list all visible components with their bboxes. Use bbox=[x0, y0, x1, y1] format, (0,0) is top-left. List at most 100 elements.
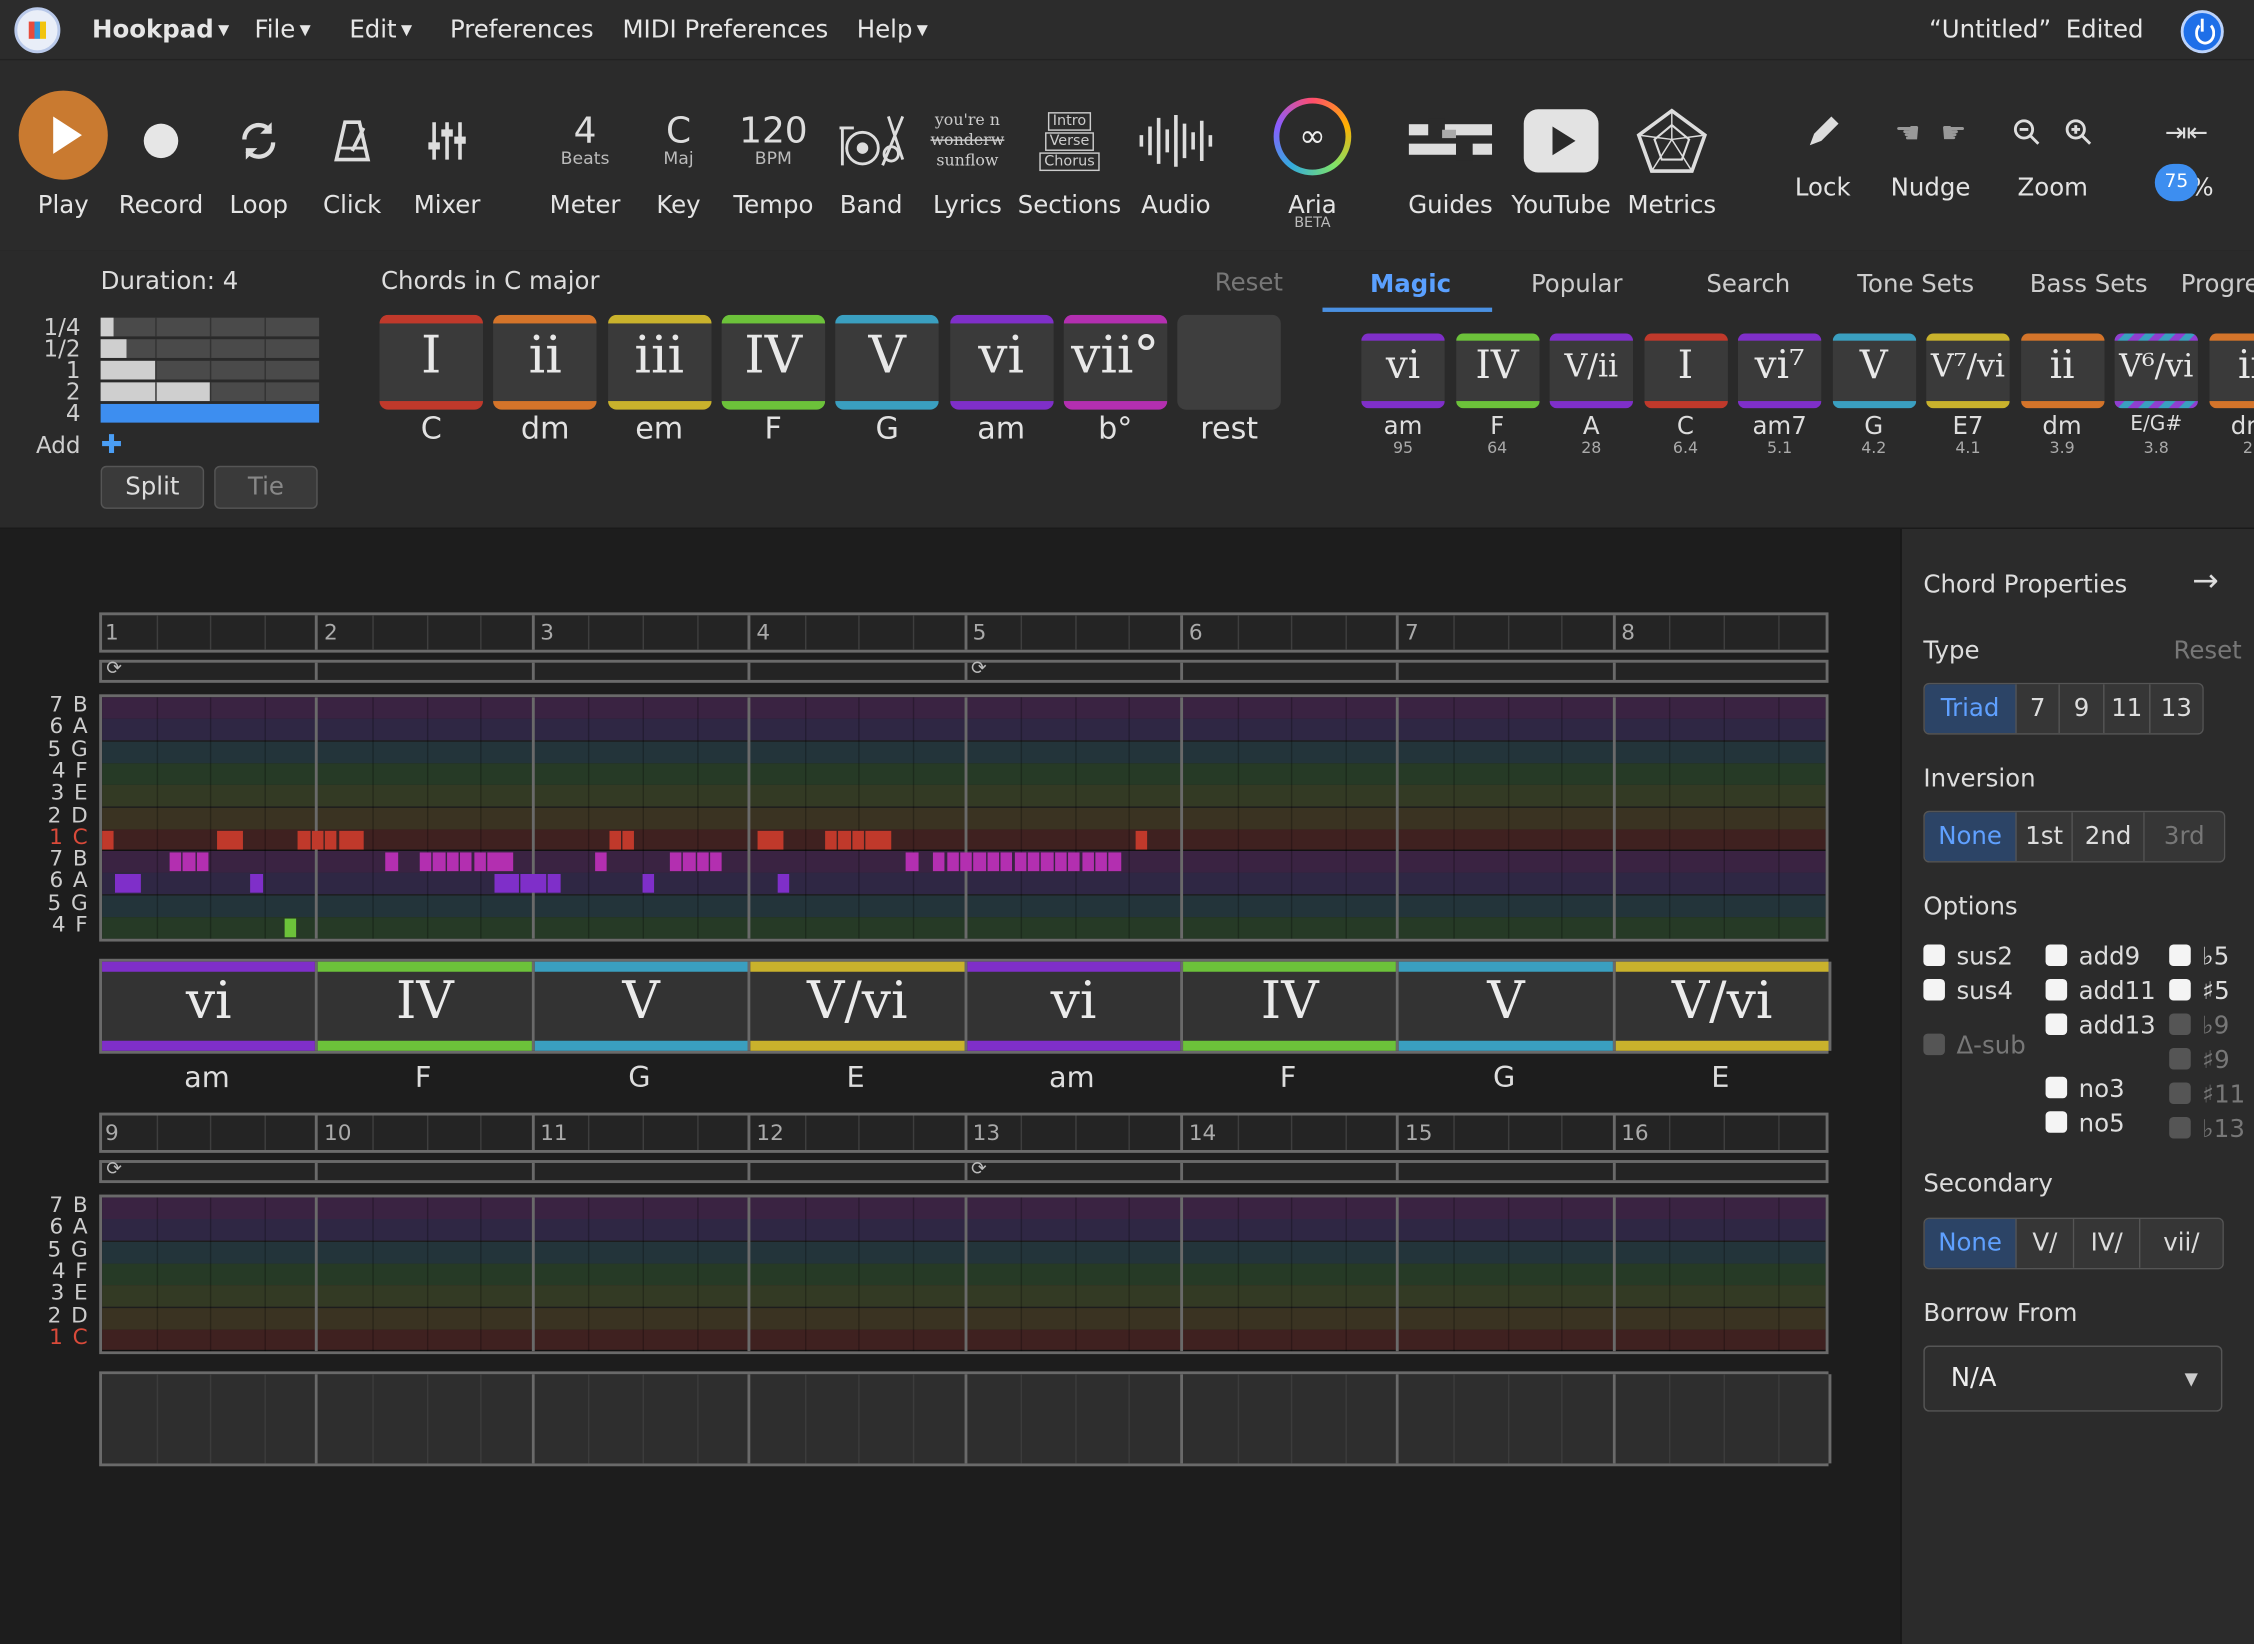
zoom-out-icon[interactable] bbox=[2013, 118, 2042, 147]
option-checkbox[interactable]: no5 bbox=[2045, 1110, 2125, 1139]
tab-magic[interactable]: Magic bbox=[1370, 270, 1451, 299]
melody-note[interactable] bbox=[1014, 852, 1027, 872]
nudge-left-icon[interactable]: ☚ bbox=[1895, 115, 1921, 150]
click-button[interactable]: Click bbox=[315, 60, 390, 250]
option-checkbox[interactable]: ♯5 bbox=[2169, 978, 2230, 1006]
inversion-1st[interactable]: 1st bbox=[2016, 812, 2073, 862]
melody-note[interactable] bbox=[216, 830, 243, 850]
loop-row[interactable]: ⟳ ⟳ bbox=[99, 1159, 1829, 1184]
chord-slot[interactable]: V/vi bbox=[1615, 962, 1832, 1052]
arrow-right-icon[interactable]: → bbox=[2192, 564, 2219, 600]
suggestion-tile[interactable]: V/ii bbox=[1549, 333, 1633, 409]
melody-note[interactable] bbox=[385, 852, 398, 872]
melody-note[interactable] bbox=[433, 852, 446, 872]
zoom-button[interactable]: Zoom bbox=[2004, 60, 2102, 250]
chord-tile[interactable]: I bbox=[379, 314, 483, 410]
melody-note[interactable] bbox=[642, 874, 655, 894]
suggestion-tile[interactable]: vi bbox=[1361, 333, 1445, 409]
split-button[interactable]: Split bbox=[100, 465, 205, 509]
chord-slot[interactable] bbox=[534, 1374, 751, 1464]
loop-button[interactable]: Loop bbox=[221, 60, 296, 250]
secondary-none[interactable]: None bbox=[1924, 1219, 2017, 1268]
option-checkbox[interactable]: add9 bbox=[2045, 943, 2140, 972]
melody-note[interactable] bbox=[933, 852, 946, 872]
melody-note[interactable] bbox=[284, 918, 297, 938]
palette-reset-button[interactable]: Reset bbox=[1215, 269, 1283, 298]
melody-note[interactable] bbox=[608, 830, 621, 850]
melody-note[interactable] bbox=[1041, 852, 1054, 872]
option-checkbox[interactable]: add11 bbox=[2045, 978, 2156, 1006]
chord-slot[interactable]: IV bbox=[1183, 962, 1400, 1052]
option-checkbox[interactable]: ♭5 bbox=[2169, 943, 2229, 972]
melody-note[interactable] bbox=[1135, 830, 1148, 850]
menu-edit[interactable]: Edit ▼ bbox=[349, 16, 412, 45]
tab-tone-sets[interactable]: Tone Sets bbox=[1857, 270, 1974, 299]
chord-slot[interactable] bbox=[750, 1374, 967, 1464]
suggestion-tile[interactable]: V bbox=[1832, 333, 1916, 409]
option-checkbox[interactable]: ♭9 bbox=[2169, 1012, 2229, 1041]
melody-note[interactable] bbox=[622, 830, 635, 850]
type-triad[interactable]: Triad bbox=[1924, 684, 2017, 734]
option-checkbox[interactable]: ♯11 bbox=[2169, 1081, 2245, 1110]
suggestion-tile[interactable]: ii bbox=[2208, 333, 2254, 409]
option-checkbox[interactable]: no3 bbox=[2045, 1075, 2125, 1104]
duration-row[interactable]: 2 bbox=[0, 378, 331, 405]
melody-note[interactable] bbox=[865, 830, 892, 850]
plus-icon[interactable]: ✚ bbox=[101, 430, 123, 460]
melody-note[interactable] bbox=[102, 830, 115, 850]
suggestion-tile[interactable]: vi⁷ bbox=[1737, 333, 1822, 409]
chord-tile[interactable] bbox=[1177, 314, 1281, 410]
melody-note[interactable] bbox=[547, 874, 561, 894]
suggestion-tile[interactable]: V⁷/vi bbox=[1926, 333, 2010, 409]
melody-note[interactable] bbox=[987, 852, 1000, 872]
melody-note[interactable] bbox=[851, 830, 865, 850]
suggestion-tile[interactable]: IV bbox=[1455, 333, 1539, 409]
measure-ruler[interactable]: 9 10 11 12 13 14 15 16 bbox=[99, 1112, 1829, 1153]
chord-slot[interactable]: V bbox=[534, 962, 751, 1052]
sections-button[interactable]: Intro Verse Chorus Sections bbox=[1018, 60, 1121, 250]
chord-slot[interactable]: V/vi bbox=[750, 962, 967, 1052]
option-checkbox[interactable]: ♯9 bbox=[2169, 1047, 2230, 1075]
chord-tile[interactable]: V bbox=[835, 314, 939, 410]
chord-slot[interactable]: vi bbox=[966, 962, 1184, 1052]
melody-note[interactable] bbox=[757, 830, 783, 850]
option-checkbox[interactable]: add13 bbox=[2045, 1012, 2156, 1041]
melody-note[interactable] bbox=[1000, 852, 1013, 872]
menu-help[interactable]: Help ▼ bbox=[857, 16, 928, 45]
menu-hookpad[interactable]: Hookpad ▼ bbox=[92, 16, 229, 45]
chord-tile[interactable]: ii bbox=[493, 314, 597, 410]
melody-note[interactable] bbox=[446, 852, 459, 872]
record-button[interactable]: Record bbox=[119, 60, 203, 250]
melody-note[interactable] bbox=[824, 830, 838, 850]
menu-midi-preferences[interactable]: MIDI Preferences bbox=[622, 16, 828, 45]
melody-note[interactable] bbox=[1081, 852, 1094, 872]
duration-row[interactable]: 4 bbox=[0, 400, 331, 427]
type-reset-button[interactable]: Reset bbox=[2174, 637, 2242, 666]
metrics-button[interactable]: Metrics bbox=[1627, 60, 1716, 250]
melody-note[interactable] bbox=[473, 852, 486, 872]
melody-note[interactable] bbox=[338, 830, 365, 850]
option-checkbox[interactable]: ♭13 bbox=[2169, 1116, 2245, 1144]
melody-note[interactable] bbox=[946, 852, 959, 872]
chord-slot[interactable] bbox=[966, 1374, 1184, 1464]
zoom-in-icon[interactable] bbox=[2064, 118, 2093, 147]
audio-button[interactable]: Audio bbox=[1136, 60, 1217, 250]
borrow-from-select[interactable]: N/A ▼ bbox=[1923, 1345, 2223, 1412]
chord-slot[interactable]: vi bbox=[102, 962, 319, 1052]
secondary-iv[interactable]: IV/ bbox=[2074, 1219, 2141, 1268]
melody-note[interactable] bbox=[196, 852, 209, 872]
melody-note[interactable] bbox=[960, 852, 973, 872]
menu-preferences[interactable]: Preferences bbox=[450, 16, 594, 45]
melody-note[interactable] bbox=[115, 874, 142, 894]
melody-note[interactable] bbox=[973, 852, 986, 872]
melody-note[interactable] bbox=[487, 852, 513, 872]
secondary-vii[interactable]: vii/ bbox=[2140, 1219, 2223, 1268]
type-13[interactable]: 13 bbox=[2150, 684, 2203, 734]
piano-roll[interactable] bbox=[99, 1194, 1829, 1355]
chord-slot[interactable] bbox=[318, 1374, 535, 1464]
inversion-3rd[interactable]: 3rd bbox=[2144, 812, 2224, 862]
power-icon[interactable] bbox=[2180, 10, 2224, 54]
chord-slot[interactable] bbox=[1615, 1374, 1832, 1464]
melody-note[interactable] bbox=[777, 874, 790, 894]
type-9[interactable]: 9 bbox=[2059, 684, 2105, 734]
